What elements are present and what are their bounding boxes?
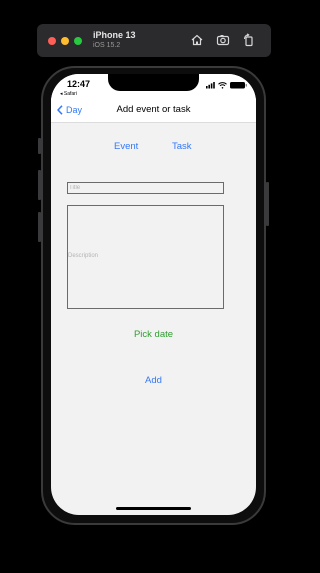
screenshot-icon[interactable] [216, 33, 230, 47]
simulator-toolbar: iPhone 13 iOS 15.2 [37, 24, 271, 57]
device-name: iPhone 13 [93, 30, 136, 40]
status-icons [206, 81, 250, 89]
navigation-bar: Day Add event or task [51, 98, 256, 123]
cellular-signal-icon [206, 82, 215, 89]
description-input[interactable]: Description [67, 205, 224, 309]
phone-screen: 12:47 ◂ Safari Day Add event or task Eve… [51, 74, 256, 515]
wifi-icon [218, 82, 227, 89]
battery-icon [230, 82, 247, 89]
status-time: 12:47 [67, 79, 91, 89]
rotate-icon[interactable] [242, 33, 256, 47]
home-indicator[interactable] [116, 507, 191, 510]
os-version: iOS 15.2 [93, 42, 121, 49]
task-button[interactable]: Task [172, 141, 192, 152]
add-button[interactable]: Add [51, 375, 256, 386]
pick-date-button[interactable]: Pick date [51, 329, 256, 340]
simulator-window: iPhone 13 iOS 15.2 12:47 ◂ Safari Day Ad… [0, 0, 307, 573]
close-window-button[interactable] [48, 37, 56, 45]
minimize-window-button[interactable] [61, 37, 69, 45]
title-input[interactable] [67, 182, 224, 194]
home-icon[interactable] [190, 33, 204, 47]
notch [108, 74, 199, 91]
back-to-app-link[interactable]: ◂ Safari [60, 91, 77, 97]
event-button[interactable]: Event [114, 141, 138, 152]
zoom-window-button[interactable] [74, 37, 82, 45]
power-button [266, 182, 269, 226]
description-placeholder: Description [68, 253, 99, 259]
page-title: Add event or task [116, 104, 191, 115]
